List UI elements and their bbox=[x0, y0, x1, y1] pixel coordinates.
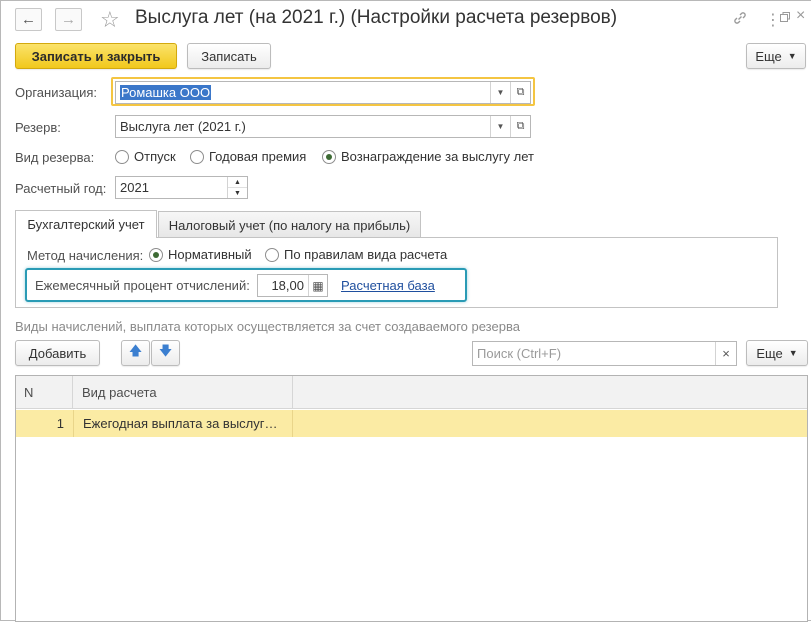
cell-kind: Ежегодная выплата за выслуг… bbox=[73, 410, 293, 437]
back-button[interactable]: ← bbox=[15, 8, 42, 31]
more-button[interactable]: Еще ▼ bbox=[746, 43, 806, 69]
caret-down-icon: ▼ bbox=[787, 51, 797, 61]
org-value: Ромашка ООО bbox=[120, 85, 212, 100]
tab-tax[interactable]: Налоговый учет (по налогу на прибыль) bbox=[158, 211, 421, 238]
monthly-percent-label: Ежемесячный процент отчислений: bbox=[35, 278, 250, 293]
link-icon[interactable] bbox=[732, 10, 748, 30]
year-stepper[interactable]: ▲ ▼ bbox=[227, 177, 247, 198]
more-label: Еще bbox=[756, 345, 783, 361]
caret-down-icon: ▼ bbox=[788, 348, 798, 358]
form-window: ← → ☆ Выслуга лет (на 2021 г.) (Настройк… bbox=[0, 0, 811, 622]
accruals-table: N Вид расчета 1 Ежегодная выплата за выс… bbox=[15, 375, 808, 622]
reserve-label: Резерв: bbox=[15, 120, 61, 135]
dropdown-icon[interactable]: ▼ bbox=[490, 82, 510, 103]
more-label: Еще bbox=[755, 48, 782, 64]
monthly-percent-field[interactable]: 18,00 ▦ bbox=[257, 274, 328, 297]
radio-seniority-reward[interactable]: Вознаграждение за выслугу лет bbox=[322, 149, 534, 164]
close-icon[interactable]: × bbox=[796, 7, 805, 25]
search-input[interactable]: Поиск (Ctrl+F) × bbox=[472, 341, 737, 366]
arrow-down-icon: 🡇 bbox=[158, 343, 173, 358]
radio-circle-selected bbox=[322, 149, 336, 164]
column-header-kind[interactable]: Вид расчета bbox=[73, 376, 293, 409]
window-title: Выслуга лет (на 2021 г.) (Настройки расч… bbox=[135, 7, 618, 28]
accruals-section-title: Виды начислений, выплата которых осущест… bbox=[15, 319, 520, 334]
save-button[interactable]: Записать bbox=[187, 43, 271, 69]
star-icon[interactable]: ☆ bbox=[100, 7, 120, 33]
calculation-base-link[interactable]: Расчетная база bbox=[341, 278, 435, 293]
reserve-value: Выслуга лет (2021 г.) bbox=[120, 119, 246, 134]
radio-circle bbox=[265, 247, 279, 262]
org-label: Организация: bbox=[15, 85, 98, 100]
method-label: Метод начисления: bbox=[27, 248, 144, 263]
radio-annual-bonus[interactable]: Годовая премия bbox=[190, 149, 306, 164]
add-button[interactable]: Добавить bbox=[15, 340, 100, 366]
stepper-up-icon[interactable]: ▲ bbox=[228, 177, 247, 188]
save-and-close-button[interactable]: Записать и закрыть bbox=[15, 43, 177, 69]
arrow-left-icon: ← bbox=[21, 11, 36, 28]
accruals-more-button[interactable]: Еще ▼ bbox=[746, 340, 808, 366]
column-header-n[interactable]: N bbox=[16, 376, 73, 409]
table-row[interactable]: 1 Ежегодная выплата за выслуг… bbox=[16, 410, 807, 437]
column-header-empty bbox=[293, 376, 807, 409]
move-up-button[interactable]: 🡅 bbox=[121, 340, 150, 366]
org-field[interactable]: Ромашка ООО ▼ ⧉ bbox=[115, 81, 531, 104]
radio-circle bbox=[190, 149, 204, 164]
year-field[interactable]: 2021 ▲ ▼ bbox=[115, 176, 248, 199]
monthly-percent-value: 18,00 bbox=[271, 278, 304, 293]
radio-normative[interactable]: Нормативный bbox=[149, 247, 252, 262]
forward-button[interactable]: → bbox=[55, 8, 82, 31]
tab-accounting[interactable]: Бухгалтерский учет bbox=[15, 210, 157, 238]
reserve-field[interactable]: Выслуга лет (2021 г.) ▼ ⧉ bbox=[115, 115, 531, 138]
move-down-button[interactable]: 🡇 bbox=[151, 340, 180, 366]
year-label: Расчетный год: bbox=[15, 181, 107, 196]
radio-vacation[interactable]: Отпуск bbox=[115, 149, 176, 164]
cell-n: 1 bbox=[56, 416, 64, 431]
open-icon[interactable]: ⧉ bbox=[510, 82, 530, 103]
calculator-icon[interactable]: ▦ bbox=[308, 275, 327, 296]
radio-circle bbox=[115, 149, 129, 164]
stepper-down-icon[interactable]: ▼ bbox=[228, 188, 247, 198]
open-icon[interactable]: ⧉ bbox=[510, 116, 530, 137]
restore-icon[interactable] bbox=[779, 10, 791, 27]
dropdown-icon[interactable]: ▼ bbox=[490, 116, 510, 137]
arrow-right-icon: → bbox=[61, 11, 76, 28]
radio-by-rules[interactable]: По правилам вида расчета bbox=[265, 247, 447, 262]
reserve-type-label: Вид резерва: bbox=[15, 150, 95, 165]
clear-icon[interactable]: × bbox=[715, 342, 736, 365]
radio-circle-selected bbox=[149, 247, 163, 262]
arrow-up-icon: 🡅 bbox=[128, 343, 143, 358]
search-placeholder: Поиск (Ctrl+F) bbox=[477, 346, 562, 361]
